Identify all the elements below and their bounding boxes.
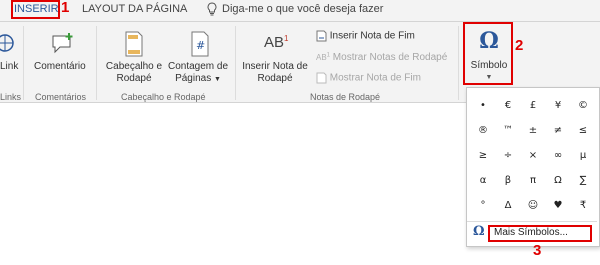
header-footer-icon [125, 31, 143, 57]
symbol-cell[interactable]: ° [471, 194, 495, 218]
mostrar-nota-fim-button[interactable]: Mostrar Nota de Fim [316, 72, 421, 84]
inserir-nota-fim-label: Inserir Nota de Fim [329, 30, 415, 42]
chevron-down-icon: ▼ [213, 76, 221, 83]
group-label-links: Links [0, 92, 22, 102]
endnote-icon [316, 30, 327, 42]
link-icon [0, 34, 14, 52]
symbol-cell[interactable]: ≠ [546, 119, 570, 143]
group-label-cabecalho-rodape: Cabeçalho e Rodapé [121, 92, 206, 102]
dropdown-separator [467, 221, 597, 222]
cabecalho-rodape-button[interactable]: Cabeçalho e Rodapé [104, 61, 164, 85]
inserir-nota-line2: Rodapé [257, 73, 293, 84]
annotation-number-3: 3 [533, 242, 542, 259]
show-notes-icon [316, 72, 327, 84]
symbol-cell[interactable]: ∑ [571, 169, 595, 193]
group-label-comentarios: Comentários [35, 92, 87, 102]
symbol-cell[interactable]: µ [571, 144, 595, 168]
group-separator [23, 26, 24, 100]
annotation-number-1: 1 [61, 0, 70, 16]
comment-icon [52, 33, 73, 54]
symbol-cell[interactable]: Δ [496, 194, 520, 218]
symbol-cell[interactable]: α [471, 169, 495, 193]
symbol-cell[interactable]: ÷ [496, 144, 520, 168]
link-button-label[interactable]: Link [0, 61, 18, 73]
highlight-box-mais-simbolos [488, 225, 592, 242]
svg-text:#: # [196, 39, 205, 52]
symbol-cell[interactable]: ¥ [546, 94, 570, 118]
symbol-cell[interactable]: ≤ [571, 119, 595, 143]
mostrar-nota-fim-label: Mostrar Nota de Fim [329, 72, 421, 84]
symbol-cell[interactable]: β [496, 169, 520, 193]
symbol-cell[interactable]: ∞ [546, 144, 570, 168]
tab-layout-da-pagina[interactable]: LAYOUT DA PÁGINA [82, 3, 187, 15]
mostrar-notas-rodape-button[interactable]: AB1 Mostrar Notas de Rodapé [316, 52, 447, 63]
symbol-cell[interactable]: © [571, 94, 595, 118]
symbol-cell[interactable]: € [496, 94, 520, 118]
footnote-ab-icon: AB1 [264, 34, 289, 51]
contagem-label-line1: Contagem de [167, 61, 229, 72]
ribbon-tab-bar: INSERIR LAYOUT DA PÁGINA Diga-me o que v… [0, 0, 600, 22]
symbol-cell[interactable]: Ω [546, 169, 570, 193]
inserir-nota-line1: Inserir Nota de [242, 61, 308, 72]
symbol-cell[interactable]: ± [521, 119, 545, 143]
next-footnote-icon: AB1 [316, 52, 331, 62]
cabecalho-label-line2: Rodapé [116, 73, 152, 84]
symbol-cell[interactable]: £ [521, 94, 545, 118]
symbol-cell[interactable]: ≥ [471, 144, 495, 168]
inserir-nota-fim-button[interactable]: Inserir Nota de Fim [316, 30, 415, 42]
group-separator [235, 26, 236, 100]
mostrar-notas-rodape-label: Mostrar Notas de Rodapé [332, 52, 448, 63]
contagem-paginas-button[interactable]: Contagem de Páginas ▼ [164, 61, 232, 86]
group-label-notas-rodape: Notas de Rodapé [310, 92, 381, 102]
symbol-cell[interactable]: • [471, 94, 495, 118]
symbol-dropdown: • € £ ¥ © ® ™ ± ≠ ≤ ≥ ÷ × ∞ µ α β π Ω ∑ ° Δ ☺ ♥ ₹ Ω Mais Símbolo… [466, 87, 600, 247]
symbol-cell[interactable]: ☺ [521, 194, 545, 218]
symbol-cell[interactable]: π [521, 169, 545, 193]
tell-me-text: Diga-me o que você deseja fazer [222, 2, 384, 15]
symbol-cell[interactable]: ₹ [571, 194, 595, 218]
inserir-nota-rodape-button[interactable]: Inserir Nota de Rodapé [238, 61, 312, 85]
highlight-box-simbolo [463, 22, 513, 85]
highlight-box-inserir [11, 0, 60, 19]
annotation-number-2: 2 [515, 37, 524, 54]
tell-me-search[interactable]: Diga-me o que você deseja fazer [206, 2, 383, 16]
lightbulb-icon [207, 2, 217, 16]
group-separator [96, 26, 97, 100]
cabecalho-label-line1: Cabeçalho e [105, 61, 163, 72]
page-number-icon: # [191, 31, 209, 57]
group-separator [458, 26, 459, 100]
symbol-cell[interactable]: ♥ [546, 194, 570, 218]
comentario-button-label[interactable]: Comentário [34, 61, 86, 73]
symbol-cell[interactable]: × [521, 144, 545, 168]
symbol-cell[interactable]: ® [471, 119, 495, 143]
more-symbols-omega-icon: Ω [473, 224, 485, 239]
contagem-label-line2: Páginas ▼ [175, 73, 221, 84]
symbol-cell[interactable]: ™ [496, 119, 520, 143]
